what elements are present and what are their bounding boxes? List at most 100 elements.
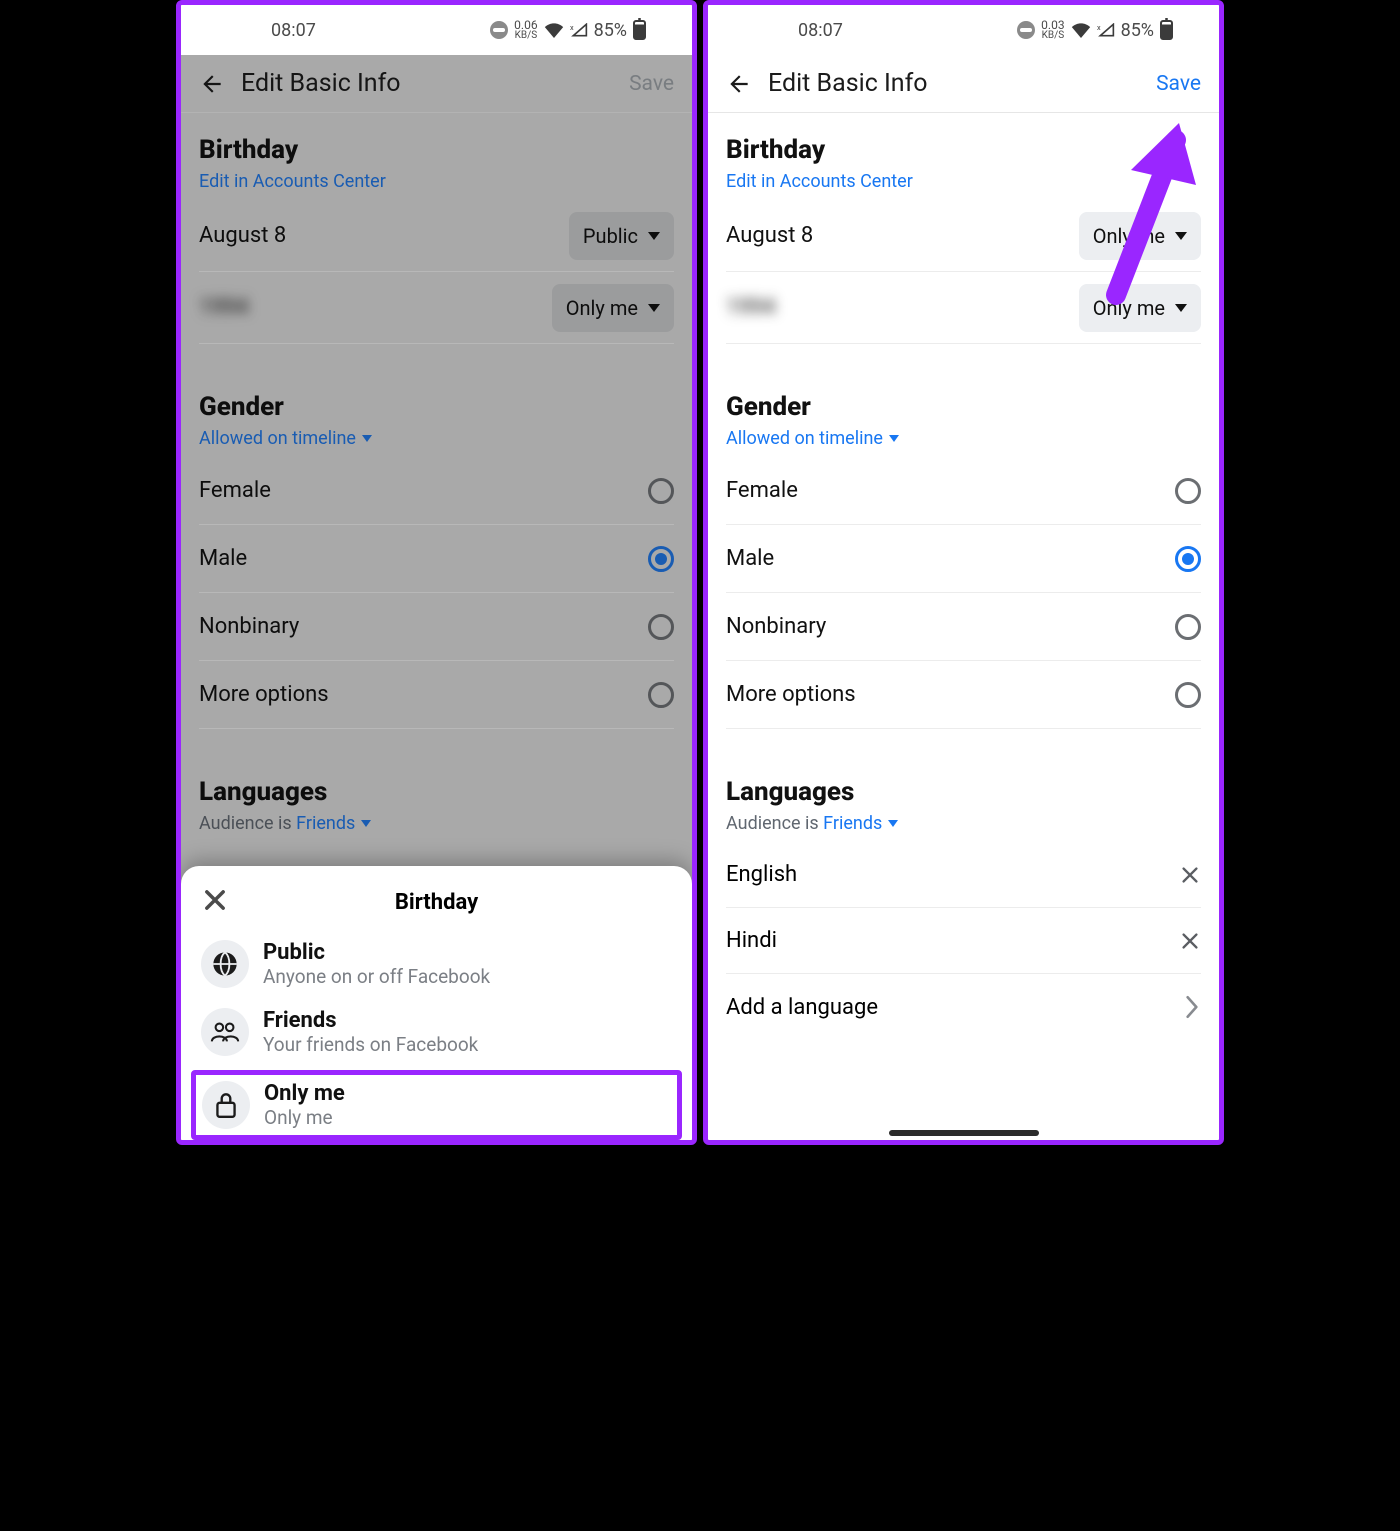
svg-text:x: x xyxy=(1097,23,1101,32)
languages-audience[interactable]: Audience is Friends xyxy=(199,814,371,833)
gender-option-female[interactable]: Female xyxy=(726,457,1201,525)
status-bar: 08:07 0.03KB/S x 85% xyxy=(708,5,1219,55)
status-right: 0.06KB/S x 85% xyxy=(490,19,646,41)
birthday-date-privacy-chip[interactable]: Public xyxy=(569,212,674,260)
birthday-year-privacy-chip[interactable]: Only me xyxy=(1079,284,1201,332)
radio-icon xyxy=(648,614,674,640)
radio-selected-icon xyxy=(1175,546,1201,572)
page-title: Edit Basic Info xyxy=(768,69,1140,98)
gender-option-male[interactable]: Male xyxy=(726,525,1201,593)
gender-option-nonbinary[interactable]: Nonbinary xyxy=(199,593,674,661)
languages-heading: Languages xyxy=(199,777,674,807)
globe-icon xyxy=(201,940,249,988)
birthday-year-blurred: 1994 xyxy=(199,295,248,320)
chevron-down-icon xyxy=(889,435,899,442)
languages-section: Languages Audience is Friends xyxy=(181,759,692,842)
sheet-option-friends[interactable]: Friends Your friends on Facebook xyxy=(193,998,680,1066)
gender-section: Gender Allowed on timeline xyxy=(181,374,692,457)
languages-audience[interactable]: Audience is Friends xyxy=(726,814,898,833)
friends-icon xyxy=(201,1008,249,1056)
app-bar: Edit Basic Info Save xyxy=(708,55,1219,113)
home-indicator xyxy=(889,1130,1039,1136)
remove-language-button[interactable] xyxy=(1179,864,1201,886)
birthday-section: Birthday Edit in Accounts Center xyxy=(181,113,692,200)
phone-left: 08:07 0.06KB/S x 85% Edit Basic Info xyxy=(176,0,697,1145)
gender-option-more[interactable]: More options xyxy=(726,661,1201,729)
birthday-year-row: 1994 Only me xyxy=(199,272,674,344)
dnd-icon xyxy=(490,21,508,39)
radio-icon xyxy=(1175,478,1201,504)
gender-option-more[interactable]: More options xyxy=(199,661,674,729)
birthday-heading: Birthday xyxy=(726,135,1201,165)
birthday-date-row: August 8 Public xyxy=(199,200,674,272)
radio-selected-icon xyxy=(648,546,674,572)
chevron-down-icon xyxy=(888,820,898,827)
wifi-icon xyxy=(1071,23,1091,38)
birthday-date: August 8 xyxy=(726,223,813,248)
battery-icon xyxy=(633,20,646,40)
birthday-date-privacy-chip[interactable]: Only me xyxy=(1079,212,1201,260)
chevron-down-icon xyxy=(648,232,660,240)
chevron-down-icon xyxy=(648,304,660,312)
remove-language-button[interactable] xyxy=(1179,930,1201,952)
sheet-option-only-me[interactable]: Only me Only me xyxy=(191,1070,682,1140)
close-sheet-button[interactable] xyxy=(201,886,229,914)
back-button[interactable] xyxy=(726,71,752,97)
app-bar: Edit Basic Info Save xyxy=(181,55,692,113)
battery-icon xyxy=(1160,20,1173,40)
chevron-down-icon xyxy=(362,435,372,442)
battery-pct: 85% xyxy=(1121,20,1154,41)
radio-icon xyxy=(1175,614,1201,640)
birthday-year-privacy-chip[interactable]: Only me xyxy=(552,284,674,332)
language-item-english: English xyxy=(726,842,1201,908)
edit-accounts-center-link[interactable]: Edit in Accounts Center xyxy=(726,171,913,192)
status-bar: 08:07 0.06KB/S x 85% xyxy=(181,5,692,55)
sheet-option-public[interactable]: Public Anyone on or off Facebook xyxy=(193,930,680,998)
languages-section: Languages Audience is Friends xyxy=(708,759,1219,842)
save-button[interactable]: Save xyxy=(629,72,674,96)
birthday-date-row: August 8 Only me xyxy=(726,200,1201,272)
gender-section: Gender Allowed on timeline xyxy=(708,374,1219,457)
birthday-date: August 8 xyxy=(199,223,286,248)
page-title: Edit Basic Info xyxy=(241,69,613,98)
network-speed: 0.03KB/S xyxy=(1041,19,1064,41)
gender-option-male[interactable]: Male xyxy=(199,525,674,593)
languages-heading: Languages xyxy=(726,777,1201,807)
gender-timeline-link[interactable]: Allowed on timeline xyxy=(726,428,899,449)
radio-icon xyxy=(648,478,674,504)
radio-icon xyxy=(648,682,674,708)
wifi-icon xyxy=(544,23,564,38)
save-button[interactable]: Save xyxy=(1156,72,1201,96)
birthday-year-blurred: 1994 xyxy=(726,295,775,320)
gender-heading: Gender xyxy=(199,392,674,422)
birthday-year-row: 1994 Only me xyxy=(726,272,1201,344)
gender-heading: Gender xyxy=(726,392,1201,422)
language-item-hindi: Hindi xyxy=(726,908,1201,974)
sheet-title: Birthday xyxy=(395,890,478,915)
status-time: 08:07 xyxy=(271,20,316,41)
chevron-down-icon xyxy=(1175,232,1187,240)
signal-icon: x xyxy=(570,23,588,37)
radio-icon xyxy=(1175,682,1201,708)
svg-text:x: x xyxy=(570,23,574,32)
network-speed: 0.06KB/S xyxy=(514,19,537,41)
battery-pct: 85% xyxy=(594,20,627,41)
edit-accounts-center-link[interactable]: Edit in Accounts Center xyxy=(199,171,386,192)
gender-option-female[interactable]: Female xyxy=(199,457,674,525)
gender-timeline-link[interactable]: Allowed on timeline xyxy=(199,428,372,449)
birthday-section: Birthday Edit in Accounts Center xyxy=(708,113,1219,200)
gender-option-nonbinary[interactable]: Nonbinary xyxy=(726,593,1201,661)
privacy-bottom-sheet: Birthday Public Anyone on or off Faceboo… xyxy=(181,866,692,1140)
chevron-down-icon xyxy=(1175,304,1187,312)
signal-icon: x xyxy=(1097,23,1115,37)
dnd-icon xyxy=(1017,21,1035,39)
birthday-heading: Birthday xyxy=(199,135,674,165)
phone-right: 08:07 0.03KB/S x 85% Edit Basic Info xyxy=(703,0,1224,1145)
add-language-row[interactable]: Add a language xyxy=(726,974,1201,1040)
back-button[interactable] xyxy=(199,71,225,97)
chevron-down-icon xyxy=(361,820,371,827)
lock-icon xyxy=(202,1081,250,1129)
chevron-right-icon xyxy=(1183,994,1201,1020)
status-right: 0.03KB/S x 85% xyxy=(1017,19,1173,41)
status-time: 08:07 xyxy=(798,20,843,41)
